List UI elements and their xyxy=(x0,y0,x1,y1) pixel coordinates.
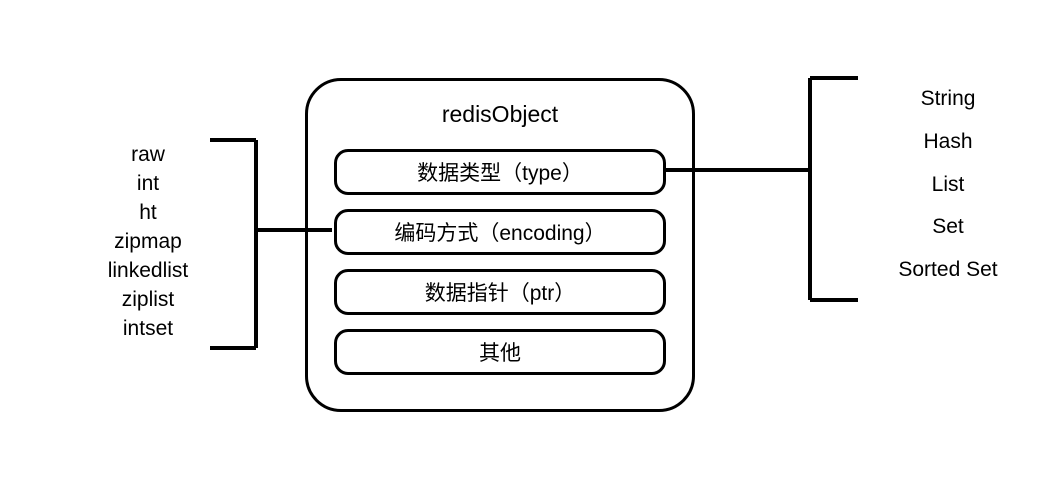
redis-object-title: redisObject xyxy=(308,101,692,128)
encoding-list: raw int ht zipmap linkedlist ziplist int… xyxy=(88,141,208,344)
encoding-item: linkedlist xyxy=(88,257,208,286)
type-item: Hash xyxy=(868,121,1028,164)
field-other: 其他 xyxy=(334,329,666,375)
type-item: Set xyxy=(868,206,1028,249)
type-item: Sorted Set xyxy=(868,249,1028,292)
encoding-item: raw xyxy=(88,141,208,170)
encoding-item: int xyxy=(88,170,208,199)
encoding-item: intset xyxy=(88,315,208,344)
encoding-item: zipmap xyxy=(88,228,208,257)
type-item: String xyxy=(868,78,1028,121)
diagram-stage: redisObject 数据类型（type） 编码方式（encoding） 数据… xyxy=(0,0,1052,500)
encoding-item: ziplist xyxy=(88,286,208,315)
field-encoding: 编码方式（encoding） xyxy=(334,209,666,255)
field-type: 数据类型（type） xyxy=(334,149,666,195)
type-list: String Hash List Set Sorted Set xyxy=(868,78,1028,292)
field-ptr: 数据指针（ptr） xyxy=(334,269,666,315)
redis-object-box: redisObject 数据类型（type） 编码方式（encoding） 数据… xyxy=(305,78,695,412)
type-item: List xyxy=(868,164,1028,207)
encoding-item: ht xyxy=(88,199,208,228)
